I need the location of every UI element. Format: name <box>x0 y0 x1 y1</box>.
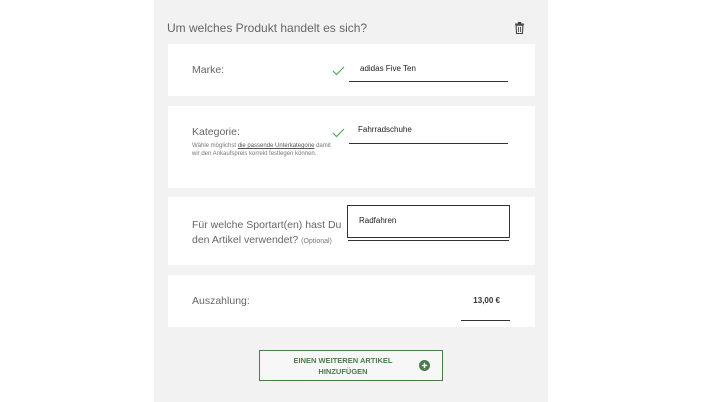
category-hint-link[interactable]: die passende Unterkategorie <box>238 143 315 149</box>
category-input[interactable]: Fahrradschuhe <box>358 125 412 134</box>
checkmark-icon <box>332 66 345 76</box>
sport-input-underline <box>348 240 509 241</box>
payout-underline <box>461 320 510 321</box>
payout-card: Auszahlung: 13,00 € <box>168 275 535 327</box>
brand-input[interactable]: adidas Five Ten <box>360 64 416 73</box>
payout-label: Auszahlung: <box>192 295 250 307</box>
sport-label: Für welche Sportart(en) hast Du den Arti… <box>192 218 342 249</box>
trash-icon[interactable] <box>514 22 525 34</box>
sport-input[interactable]: Radfahren <box>347 205 510 241</box>
checkmark-icon <box>332 128 345 138</box>
brand-input-underline <box>349 81 508 82</box>
category-hint-text: Wähle möglichst <box>192 143 238 149</box>
payout-amount: 13,00 € <box>473 296 500 305</box>
add-another-item-button[interactable]: EINEN WEITEREN ARTIKEL HINZUFÜGEN <box>259 350 443 381</box>
sport-card: Für welche Sportart(en) hast Du den Arti… <box>168 197 535 265</box>
category-label: Kategorie: <box>192 126 240 138</box>
plus-circle-icon <box>419 360 430 371</box>
sport-optional-note: (Optional) <box>301 238 332 245</box>
sport-input-value: Radfahren <box>359 216 397 225</box>
brand-label: Marke: <box>192 64 225 76</box>
section-title: Um welches Produkt handelt es sich? <box>167 21 368 35</box>
brand-card: Marke: adidas Five Ten <box>168 44 535 96</box>
category-card: Kategorie: Fahrradschuhe Wähle möglichst… <box>168 106 535 188</box>
category-input-underline <box>349 143 508 144</box>
category-hint: Wähle möglichst die passende Unterkatego… <box>192 142 332 158</box>
add-another-item-label: EINEN WEITEREN ARTIKEL HINZUFÜGEN <box>293 355 393 376</box>
